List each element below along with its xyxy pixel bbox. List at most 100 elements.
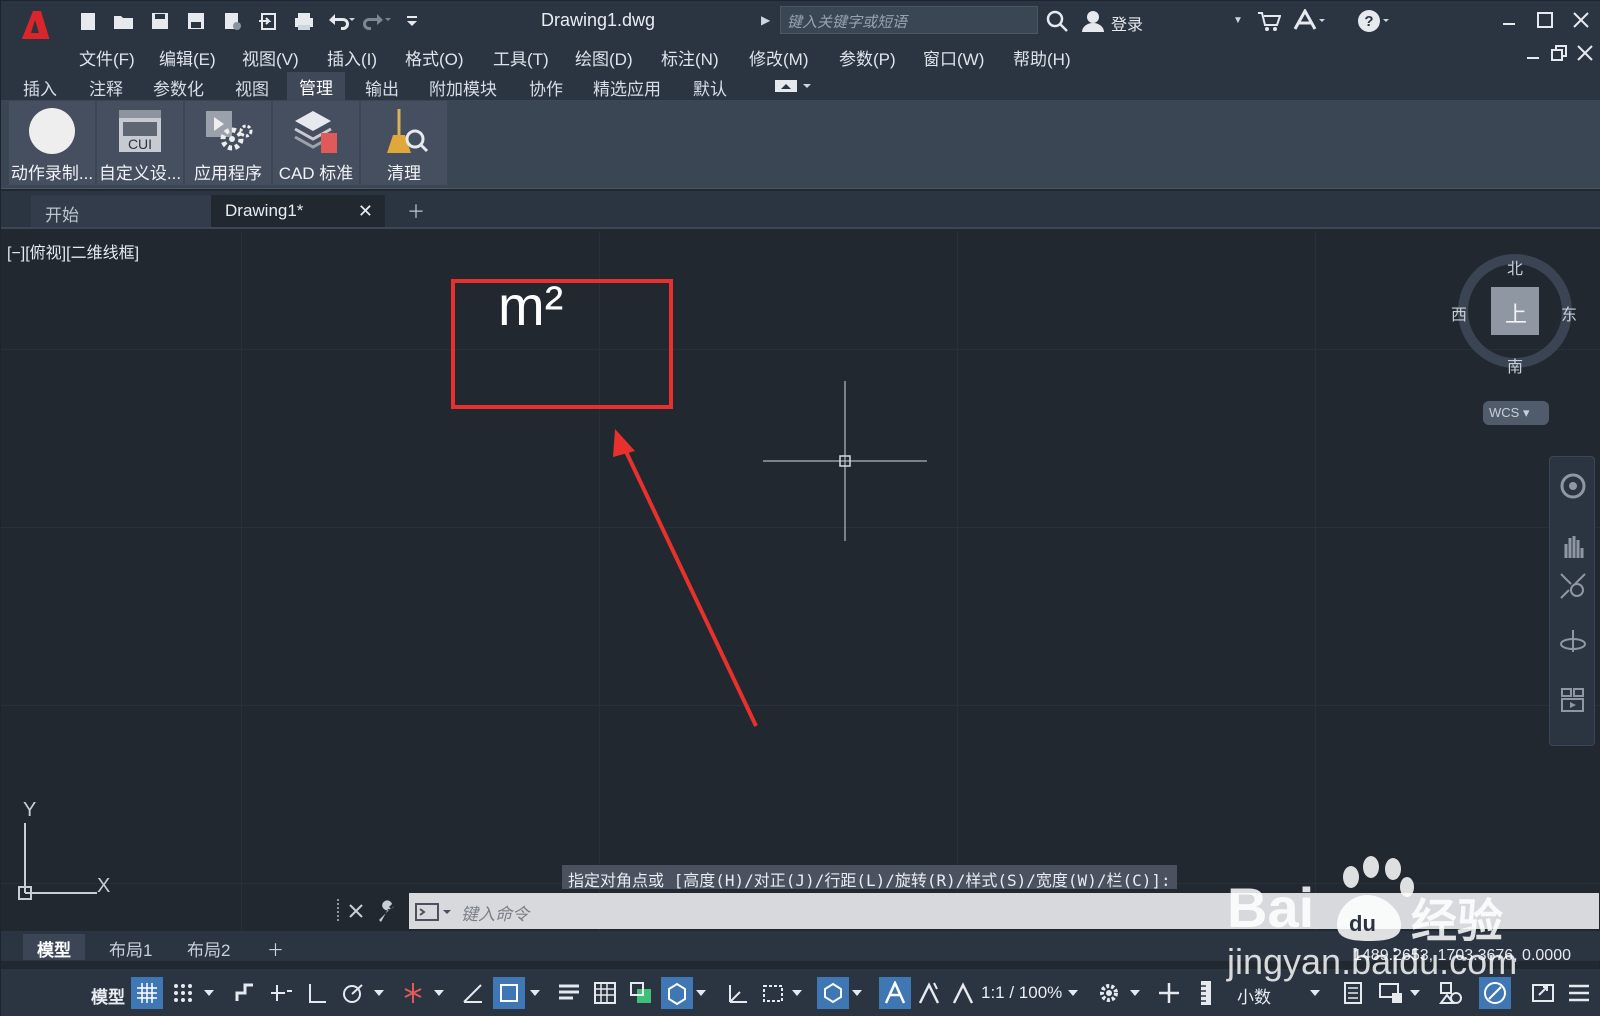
redo-icon[interactable]	[359, 7, 393, 35]
units-icon[interactable]	[1191, 977, 1223, 1009]
command-recent-icon[interactable]	[415, 902, 455, 922]
menu-file[interactable]: 文件(F)	[79, 45, 135, 70]
dynamic-ucs-icon[interactable]	[721, 977, 753, 1009]
chevron-down-icon[interactable]	[525, 977, 545, 1009]
compass-south[interactable]: 南	[1507, 353, 1523, 377]
chevron-down-icon[interactable]	[429, 977, 449, 1009]
dynamic-input-icon[interactable]	[265, 977, 297, 1009]
menu-help[interactable]: 帮助(H)	[1013, 45, 1071, 70]
tab-drawing1[interactable]: Drawing1* ✕	[211, 195, 385, 227]
menu-dimension[interactable]: 标注(N)	[661, 45, 719, 70]
plus-icon[interactable]	[1153, 977, 1185, 1009]
tab-parametric[interactable]: 参数化	[153, 75, 204, 100]
tab-insert[interactable]: 插入	[23, 75, 57, 100]
autodesk-a360-icon[interactable]	[1293, 9, 1327, 33]
doc-minimize-icon[interactable]	[1521, 41, 1545, 65]
print-icon[interactable]	[287, 7, 321, 35]
orbit-icon[interactable]	[1558, 627, 1588, 657]
user-icon[interactable]	[1081, 9, 1105, 33]
close-cmdline-icon[interactable]	[347, 902, 365, 920]
menu-window[interactable]: 窗口(W)	[923, 45, 984, 70]
cart-icon[interactable]	[1257, 10, 1281, 32]
tab-collaborate[interactable]: 协作	[529, 75, 563, 100]
pan-hand-icon[interactable]	[1558, 531, 1588, 561]
export-icon[interactable]	[251, 7, 285, 35]
gear-icon[interactable]	[1093, 977, 1125, 1009]
object-snap-icon[interactable]	[493, 977, 525, 1009]
drawing-canvas[interactable]: [−][俯视][二维线框] m² 北 南 东 西 上 WCS ▾ Y X	[1, 231, 1600, 931]
tab-layout1[interactable]: 布局1	[95, 934, 166, 960]
lineweight-icon[interactable]	[553, 977, 585, 1009]
zoom-extents-icon[interactable]	[1558, 571, 1588, 601]
3d-object-snap-icon[interactable]	[661, 977, 693, 1009]
purge-button[interactable]: 清理	[361, 101, 447, 185]
chevron-down-icon[interactable]	[787, 977, 807, 1009]
login-link[interactable]: 登录	[1111, 11, 1143, 35]
wrench-icon[interactable]	[375, 900, 397, 922]
tab-start[interactable]: 开始	[31, 195, 213, 227]
tab-view[interactable]: 视图	[235, 75, 269, 100]
annotation-scale-icon[interactable]	[947, 977, 979, 1009]
chevron-down-icon[interactable]	[1125, 977, 1145, 1009]
applications-button[interactable]: 应用程序	[185, 101, 271, 185]
chevron-down-icon[interactable]	[369, 977, 389, 1009]
tab-annotate[interactable]: 注释	[89, 75, 123, 100]
menu-tools[interactable]: 工具(T)	[493, 45, 549, 70]
infer-constraints-icon[interactable]	[229, 977, 261, 1009]
help-icon[interactable]: ?	[1357, 9, 1391, 33]
transparency-icon[interactable]	[589, 977, 621, 1009]
menu-insert[interactable]: 插入(I)	[327, 45, 377, 70]
customize-qat-icon[interactable]	[395, 7, 429, 35]
gizmo-icon[interactable]	[817, 977, 849, 1009]
open-icon[interactable]	[107, 7, 141, 35]
close-tab-icon[interactable]: ✕	[358, 201, 373, 222]
chevron-down-icon[interactable]	[199, 977, 219, 1009]
action-recorder-button[interactable]: 动作录制...	[9, 101, 95, 185]
new-tab-icon[interactable]: ＋	[407, 198, 425, 224]
customization-menu-icon[interactable]	[1563, 977, 1595, 1009]
chevron-down-icon[interactable]	[847, 977, 867, 1009]
compass-east[interactable]: 东	[1561, 301, 1577, 325]
grid-icon[interactable]	[131, 977, 163, 1009]
tab-output[interactable]: 输出	[365, 75, 399, 100]
doc-restore-icon[interactable]	[1547, 41, 1571, 65]
menu-parametric[interactable]: 参数(P)	[839, 45, 896, 70]
annotation-visibility-icon[interactable]	[879, 977, 911, 1009]
menu-draw[interactable]: 绘图(D)	[575, 45, 633, 70]
selection-cycling-icon[interactable]	[625, 977, 657, 1009]
showmotion-icon[interactable]	[1558, 685, 1588, 715]
undo-icon[interactable]	[323, 7, 357, 35]
units-value[interactable]: 小数	[1237, 983, 1271, 1008]
viewport-controls[interactable]: [−][俯视][二维线框]	[7, 239, 139, 263]
tab-featured-apps[interactable]: 精选应用	[593, 75, 661, 100]
tab-layout2[interactable]: 布局2	[173, 934, 244, 960]
steering-wheel-icon[interactable]	[1558, 471, 1588, 501]
annotation-scale[interactable]: 1:1 / 100%	[981, 983, 1062, 1003]
chevron-down-icon[interactable]	[1063, 977, 1083, 1009]
ribbon-display-icon[interactable]	[773, 78, 813, 94]
tab-manage[interactable]: 管理	[287, 72, 345, 101]
maximize-button[interactable]	[1527, 5, 1563, 35]
cad-standards-button[interactable]: CAD 标准	[273, 101, 359, 185]
save-as-icon[interactable]	[179, 7, 213, 35]
viewcube[interactable]: 北 南 东 西 上	[1451, 251, 1577, 381]
close-button[interactable]	[1563, 5, 1599, 35]
menu-modify[interactable]: 修改(M)	[749, 45, 808, 70]
tab-default[interactable]: 默认	[693, 75, 727, 100]
ortho-icon[interactable]	[301, 977, 333, 1009]
minimize-button[interactable]	[1491, 5, 1527, 35]
menu-format[interactable]: 格式(O)	[405, 45, 464, 70]
tab-model[interactable]: 模型	[23, 934, 85, 960]
polar-tracking-icon[interactable]	[337, 977, 369, 1009]
snap-icon[interactable]	[167, 977, 199, 1009]
chevron-down-icon[interactable]: ▼	[1233, 15, 1243, 26]
wcs-menu[interactable]: WCS ▾	[1483, 401, 1549, 425]
grip-icon[interactable]	[335, 899, 343, 923]
menu-view[interactable]: 视图(V)	[242, 45, 299, 70]
viewcube-top-face[interactable]: 上	[1505, 297, 1527, 329]
new-icon[interactable]	[71, 7, 105, 35]
compass-west[interactable]: 西	[1451, 301, 1467, 325]
chevron-down-icon[interactable]	[691, 977, 711, 1009]
chevron-right-icon[interactable]: ▶	[761, 13, 770, 27]
tab-addins[interactable]: 附加模块	[429, 75, 497, 100]
